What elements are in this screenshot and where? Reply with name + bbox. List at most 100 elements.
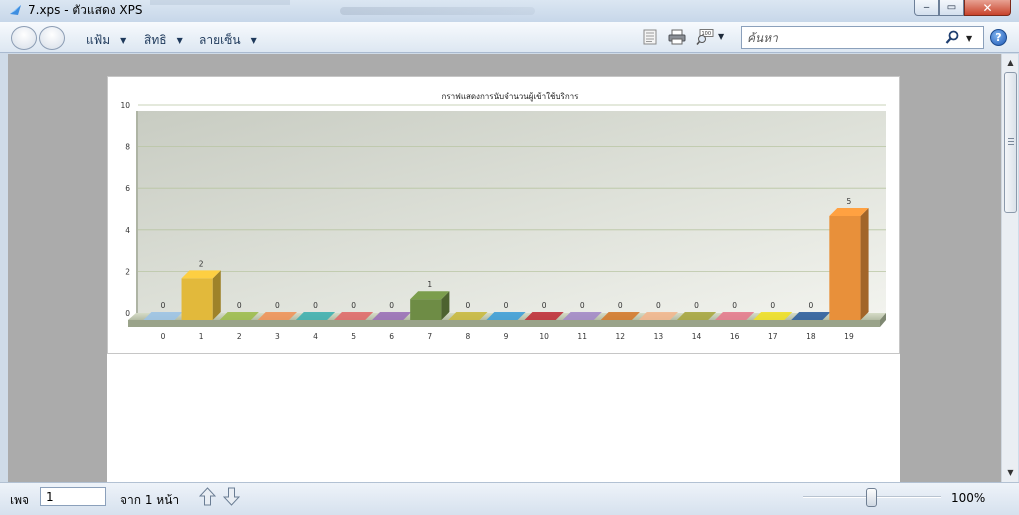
forward-button[interactable] — [39, 26, 65, 50]
document-outline-icon[interactable] — [641, 29, 659, 45]
x-tick-label: 5 — [351, 332, 356, 341]
title-bar: 7.xps - ตัวแสดง XPS ‒ ▭ ✕ — [0, 0, 1019, 22]
chevron-down-icon: ▼ — [176, 36, 183, 45]
data-label: 0 — [466, 301, 471, 310]
bar-side — [212, 270, 221, 320]
data-label: 0 — [504, 301, 509, 310]
y-tick-label: 0 — [125, 309, 130, 318]
x-tick-label: 10 — [539, 332, 549, 341]
chart-frame: 0 2 4 6 8 10 0 0 2 1 0 2 0 3 0 4 0 5 0 6 1 7 0 8 0 9 0 10 0 11 0 12 0 13 0… — [107, 76, 900, 354]
x-tick-label: 11 — [577, 332, 587, 341]
data-label: 0 — [732, 301, 737, 310]
x-tick-label: 17 — [768, 332, 778, 341]
data-label: 0 — [656, 301, 661, 310]
x-tick-label: 19 — [844, 332, 854, 341]
zoom-100-icon[interactable]: 100 — [696, 29, 714, 45]
minimize-button[interactable]: ‒ — [914, 0, 939, 16]
data-label: 0 — [351, 301, 356, 310]
menu-signatures[interactable]: ลายเซ็น ▼ — [199, 31, 257, 50]
y-tick-label: 6 — [125, 184, 130, 193]
x-tick-label: 3 — [275, 332, 280, 341]
data-label: 0 — [694, 301, 699, 310]
y-tick-label: 10 — [120, 101, 130, 110]
menu-file-label: แฟ้ม — [86, 33, 111, 47]
maximize-button[interactable]: ▭ — [939, 0, 964, 16]
scroll-up-arrow-icon[interactable]: ▲ — [1002, 54, 1019, 70]
bar-front — [410, 299, 442, 320]
data-label: 5 — [847, 197, 852, 206]
menu-permissions-label: สิทธิ — [144, 33, 167, 47]
next-page-icon[interactable] — [223, 487, 240, 506]
bar — [181, 270, 221, 320]
chevron-down-icon: ▼ — [120, 36, 127, 45]
chevron-down-icon[interactable]: ▼ — [966, 34, 972, 43]
chevron-down-icon[interactable]: ▼ — [718, 32, 728, 48]
x-tick-label: 0 — [161, 332, 166, 341]
document-page: 0 2 4 6 8 10 0 0 2 1 0 2 0 3 0 4 0 5 0 6 1 7 0 8 0 9 0 10 0 11 0 12 0 13 0… — [107, 76, 900, 482]
search-icon[interactable] — [945, 30, 959, 45]
vertical-scrollbar[interactable]: ▲ ▼ — [1001, 54, 1018, 482]
data-label: 0 — [237, 301, 242, 310]
data-label: 0 — [618, 301, 623, 310]
title-bar-glow — [150, 0, 290, 5]
bar — [410, 291, 450, 320]
menu-file[interactable]: แฟ้ม ▼ — [86, 31, 126, 50]
menu-signatures-label: ลายเซ็น — [199, 33, 241, 47]
data-label: 0 — [161, 301, 166, 310]
bar-front — [829, 216, 861, 320]
floor-front — [128, 320, 880, 327]
data-label: 2 — [199, 259, 204, 268]
x-tick-label: 8 — [466, 332, 471, 341]
back-button[interactable] — [11, 26, 37, 50]
y-tick-label: 8 — [125, 143, 130, 152]
close-icon: ✕ — [982, 0, 993, 15]
data-label: 1 — [427, 280, 432, 289]
x-tick-label: 13 — [654, 332, 664, 341]
toolbar: แฟ้ม ▼ สิทธิ ▼ ลายเซ็น ▼ 100 ▼ ▼ ? — [0, 22, 1019, 53]
page-count: จาก 1 หน้า — [120, 493, 180, 507]
x-tick-label: 9 — [504, 332, 509, 341]
scrollbar-grip — [1008, 138, 1014, 145]
x-tick-label: 4 — [313, 332, 318, 341]
zoom-slider-thumb[interactable] — [866, 488, 877, 507]
search-input[interactable] — [747, 29, 937, 46]
navigation-buttons — [11, 26, 67, 50]
y-tick-label: 2 — [125, 267, 130, 276]
scrollbar-thumb[interactable] — [1004, 72, 1017, 213]
x-tick-label: 6 — [389, 332, 394, 341]
data-label: 0 — [542, 301, 547, 310]
help-button[interactable]: ? — [990, 29, 1007, 46]
page-label: เพจ — [10, 493, 30, 507]
bar-front — [181, 278, 213, 320]
title-bar-reflection — [340, 7, 535, 15]
previous-page-icon[interactable] — [199, 487, 216, 506]
document-viewport[interactable]: 0 2 4 6 8 10 0 0 2 1 0 2 0 3 0 4 0 5 0 6 1 7 0 8 0 9 0 10 0 11 0 12 0 13 0… — [8, 54, 1001, 482]
data-label: 0 — [808, 301, 813, 310]
window-title: 7.xps - ตัวแสดง XPS — [28, 3, 143, 17]
maximize-icon: ▭ — [946, 1, 957, 13]
search-box: ▼ — [741, 26, 984, 49]
data-label: 0 — [275, 301, 280, 310]
chart-background — [136, 111, 886, 319]
menu-permissions[interactable]: สิทธิ ▼ — [144, 31, 183, 50]
minimize-icon: ‒ — [923, 1, 930, 13]
close-button[interactable]: ✕ — [964, 0, 1011, 16]
plot-left-wall — [136, 111, 138, 319]
data-label: 0 — [770, 301, 775, 310]
chevron-down-icon: ▼ — [250, 36, 257, 45]
data-label: 0 — [389, 301, 394, 310]
xps-app-icon — [10, 5, 21, 15]
x-tick-label: 14 — [692, 332, 702, 341]
y-tick-label: 4 — [125, 226, 130, 235]
x-tick-label: 18 — [806, 332, 816, 341]
x-tick-label: 1 — [199, 332, 204, 341]
status-bar: เพจ จาก 1 หน้า 100% — [0, 482, 1019, 515]
bar — [829, 208, 869, 320]
print-icon[interactable] — [668, 29, 686, 45]
bar-side — [860, 208, 869, 320]
page-number-input[interactable] — [40, 487, 106, 506]
chart-title: กราฟแสดงการนับจำนวนผู้เข้าใช้บริการ — [442, 92, 580, 102]
x-tick-label: 16 — [730, 332, 740, 341]
scroll-down-arrow-icon[interactable]: ▼ — [1002, 464, 1019, 480]
x-tick-label: 12 — [616, 332, 626, 341]
